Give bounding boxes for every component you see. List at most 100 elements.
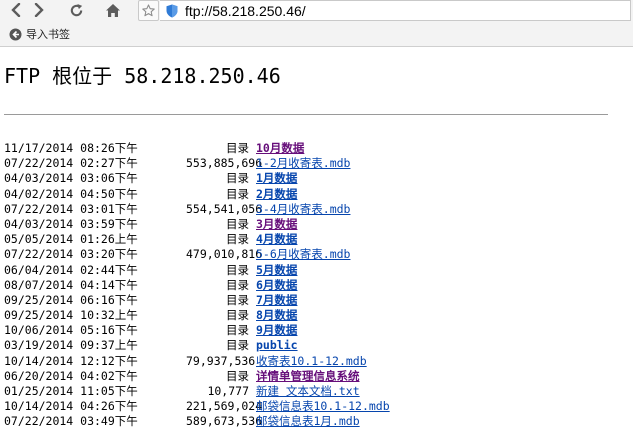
bookmarks-bar: 导入书签 <box>0 22 633 47</box>
file-link[interactable]: 邮袋信息表1月.mdb <box>256 414 360 428</box>
table-row: 10/14/2014 12:12下午 79,937,536 收寄表10.1-12.m… <box>4 354 390 369</box>
directory-link[interactable]: 6月数据 <box>256 278 297 292</box>
import-bookmarks-label: 导入书签 <box>26 28 70 41</box>
directory-link[interactable]: 3月数据 <box>256 217 297 231</box>
table-row: 11/17/2014 08:26下午 目录 10月数据 <box>4 141 390 156</box>
file-size: 79,937,536 <box>186 353 256 368</box>
directory-label: 目录 <box>226 308 249 323</box>
file-size: 479,010,816 <box>186 247 263 262</box>
modified-date: 10/14/2014 12:12下午 <box>4 353 138 368</box>
table-row: 04/03/2014 03:06下午 目录 1月数据 <box>4 171 390 186</box>
directory-link[interactable]: 1月数据 <box>256 171 297 185</box>
directory-link[interactable]: 5月数据 <box>256 263 297 277</box>
directory-label: 目录 <box>226 292 249 307</box>
modified-date: 04/02/2014 04:50下午 <box>4 186 138 201</box>
url-text[interactable]: ftp://58.218.250.46/ <box>185 3 306 19</box>
directory-link[interactable]: 8月数据 <box>256 308 297 322</box>
file-size: 10,777 <box>207 384 249 398</box>
entry-name-cell: 8月数据 <box>256 308 297 323</box>
modified-date: 01/25/2014 11:05下午 <box>4 384 138 398</box>
modified-date: 07/22/2014 03:20下午 <box>4 247 138 262</box>
file-link[interactable]: 3-4月收寄表.mdb <box>256 202 350 216</box>
file-link[interactable]: 5-6月收寄表.mdb <box>256 247 350 261</box>
import-bookmarks-button[interactable]: 导入书签 <box>9 26 70 42</box>
directory-link[interactable]: public <box>256 338 298 352</box>
modified-date: 07/22/2014 02:27下午 <box>4 156 138 171</box>
entry-name-cell: 3-4月收寄表.mdb <box>256 202 350 217</box>
directory-label: 目录 <box>226 262 249 277</box>
directory-link[interactable]: 10月数据 <box>256 141 304 155</box>
directory-link[interactable]: 详情单管理信息系统 <box>256 369 360 383</box>
entry-name-cell: 邮袋信息表10.1-12.mdb <box>256 399 390 414</box>
table-row: 10/06/2014 05:16下午 目录 9月数据 <box>4 323 390 338</box>
back-arrow-icon <box>11 3 21 17</box>
entry-name-cell: 新建 文本文档.txt <box>256 384 360 399</box>
file-link[interactable]: 邮袋信息表10.1-12.mdb <box>256 399 390 413</box>
directory-label: 目录 <box>226 323 249 338</box>
directory-label: 目录 <box>226 216 249 231</box>
directory-link[interactable]: 4月数据 <box>256 232 297 246</box>
page-title: FTP 根位于 58.218.250.46 <box>4 64 281 88</box>
modified-date: 11/17/2014 08:26下午 <box>4 141 138 155</box>
table-row: 10/14/2014 04:26下午 221,569,024 邮袋信息表10.1-1… <box>4 399 390 414</box>
directory-label: 目录 <box>226 186 249 201</box>
back-button[interactable] <box>5 0 27 20</box>
home-button[interactable] <box>102 0 124 20</box>
table-row: 01/25/2014 11:05下午 10,777 新建 文本文档.txt <box>4 384 390 399</box>
modified-date: 09/25/2014 10:32上午 <box>4 308 138 323</box>
file-link[interactable]: 新建 文本文档.txt <box>256 384 360 398</box>
modified-date: 10/14/2014 04:26下午 <box>4 399 138 414</box>
modified-date: 03/19/2014 09:37上午 <box>4 338 138 353</box>
file-link[interactable]: 收寄表10.1-12.mdb <box>256 354 367 368</box>
reload-icon <box>70 3 82 16</box>
entry-name-cell: 9月数据 <box>256 323 297 338</box>
directory-label: 目录 <box>226 171 249 186</box>
reload-button[interactable] <box>65 0 87 20</box>
table-row: 06/04/2014 02:44下午 目录 5月数据 <box>4 263 390 278</box>
directory-link[interactable]: 2月数据 <box>256 187 297 201</box>
modified-date: 04/03/2014 03:06下午 <box>4 171 138 186</box>
entry-name-cell: 1月数据 <box>256 171 297 186</box>
file-size: 553,885,696 <box>186 156 263 171</box>
modified-date: 10/06/2014 05:16下午 <box>4 323 138 338</box>
address-bar[interactable]: ftp://58.218.250.46/ <box>160 0 631 21</box>
entry-name-cell: 5-6月收寄表.mdb <box>256 247 350 262</box>
forward-button[interactable] <box>28 0 50 20</box>
entry-name-cell: 4月数据 <box>256 232 297 247</box>
directory-label: 目录 <box>226 232 249 247</box>
shield-icon <box>166 4 178 17</box>
import-bookmarks-icon <box>9 28 22 40</box>
entry-name-cell: 收寄表10.1-12.mdb <box>256 354 367 369</box>
table-row: 06/20/2014 04:02下午 目录 详情单管理信息系统 <box>4 369 390 384</box>
directory-label: 目录 <box>226 368 249 383</box>
modified-date: 06/04/2014 02:44下午 <box>4 262 138 277</box>
entry-name-cell: 6月数据 <box>256 278 297 293</box>
table-row: 07/22/2014 02:27下午 553,885,696 1-2月收寄表.mdb <box>4 156 390 171</box>
table-row: 08/07/2014 04:14下午 目录 6月数据 <box>4 278 390 293</box>
browser-toolbar: ftp://58.218.250.46/ <box>0 0 633 22</box>
table-row: 07/22/2014 03:49下午 589,673,536 邮袋信息表1月.mdb <box>4 414 390 429</box>
entry-name-cell: 详情单管理信息系统 <box>256 369 360 384</box>
home-icon <box>106 3 120 17</box>
entry-name-cell: 7月数据 <box>256 293 297 308</box>
modified-date: 09/25/2014 06:16下午 <box>4 292 138 307</box>
modified-date: 07/22/2014 03:49下午 <box>4 414 138 429</box>
table-row: 07/22/2014 03:20下午 479,010,816 5-6月收寄表.mdb <box>4 247 390 262</box>
modified-date: 08/07/2014 04:14下午 <box>4 277 138 292</box>
entry-name-cell: 3月数据 <box>256 217 297 232</box>
table-row: 07/22/2014 03:01下午 554,541,056 3-4月收寄表.mdb <box>4 202 390 217</box>
ftp-file-listing: 11/17/2014 08:26下午 目录 10月数据 07/22/2014 02:2… <box>4 141 390 430</box>
directory-label: 目录 <box>226 141 249 155</box>
bookmark-star-button[interactable] <box>138 0 159 21</box>
file-link[interactable]: 1-2月收寄表.mdb <box>256 156 350 170</box>
table-row: 09/25/2014 06:16下午 目录 7月数据 <box>4 293 390 308</box>
file-size: 589,673,536 <box>186 414 263 429</box>
table-row: 09/25/2014 10:32上午 目录 8月数据 <box>4 308 390 323</box>
entry-name-cell: 10月数据 <box>256 141 304 156</box>
entry-name-cell: public <box>256 338 298 353</box>
directory-link[interactable]: 9月数据 <box>256 323 297 337</box>
divider <box>4 114 608 115</box>
directory-link[interactable]: 7月数据 <box>256 293 297 307</box>
modified-date: 07/22/2014 03:01下午 <box>4 201 138 216</box>
modified-date: 05/05/2014 01:26上午 <box>4 232 138 247</box>
